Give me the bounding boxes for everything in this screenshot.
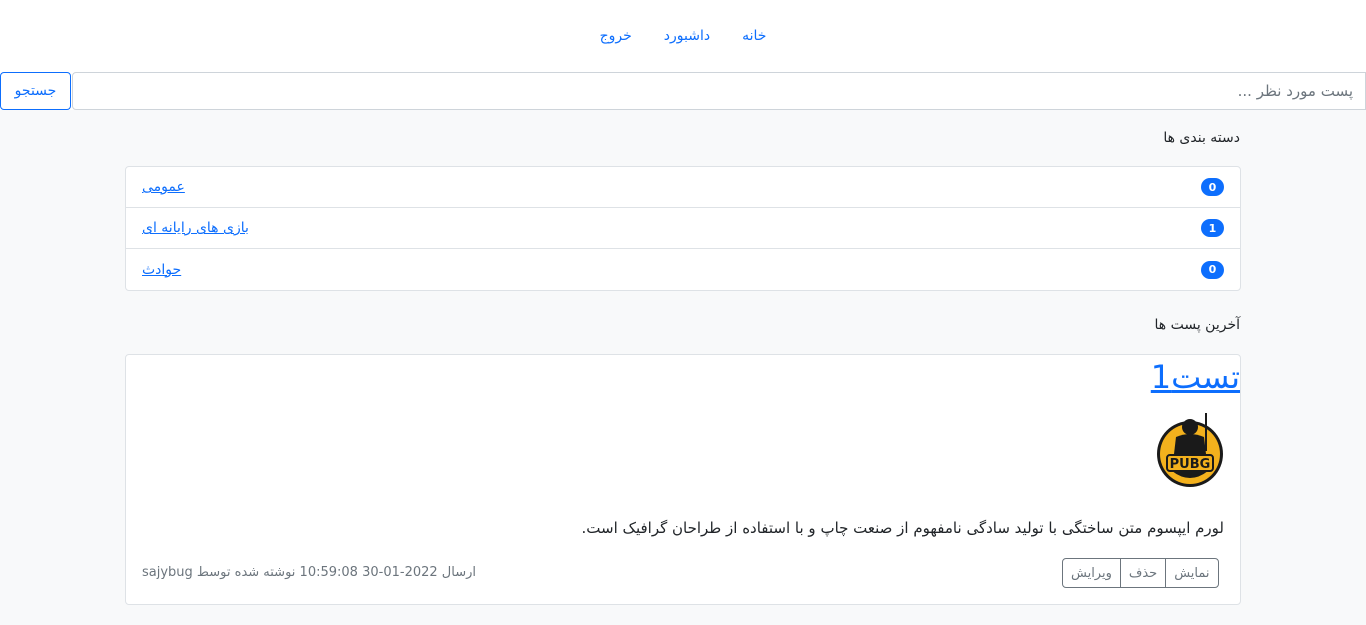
post-actions: نمایش حذف ویرایش xyxy=(1062,558,1219,588)
nav-logout-link[interactable]: خروج xyxy=(600,26,632,46)
category-link-games[interactable]: بازی های رایانه ای xyxy=(142,220,249,236)
categories-list: عمومی 0 بازی های رایانه ای 1 حوادث 0 xyxy=(125,166,1241,291)
main-nav: خانه داشبورد خروج xyxy=(0,26,1366,46)
count-badge: 0 xyxy=(1201,260,1224,279)
edit-button[interactable]: ویرایش xyxy=(1062,558,1121,588)
nav-dashboard-link[interactable]: داشبورد xyxy=(664,26,710,46)
nav-home-link[interactable]: خانه xyxy=(742,26,766,46)
post-meta: ارسال 2022-01-30 10:59:08 نوشته شده توسط… xyxy=(142,565,476,580)
list-item: عمومی 0 xyxy=(126,167,1240,208)
post-excerpt: لورم ایپسوم متن ساختگی با تولید سادگی نا… xyxy=(581,519,1224,537)
categories-heading: دسته بندی ها xyxy=(1163,130,1240,146)
category-link-general[interactable]: عمومی xyxy=(142,179,185,195)
search-input[interactable] xyxy=(72,72,1366,110)
count-badge: 0 xyxy=(1201,178,1224,196)
list-item: حوادث 0 xyxy=(126,249,1240,290)
view-button[interactable]: نمایش xyxy=(1165,558,1219,588)
post-card: تست1 PUBG لورم ایپسوم متن ساختگی با تولی… xyxy=(125,354,1241,605)
category-link-events[interactable]: حوادث xyxy=(142,262,181,278)
count-badge: 1 xyxy=(1201,219,1224,237)
post-title-link[interactable]: تست1 xyxy=(1151,357,1240,397)
top-navbar: خانه داشبورد خروج xyxy=(0,0,1366,72)
svg-text:PUBG: PUBG xyxy=(1170,457,1211,472)
search-bar: جستجو xyxy=(0,72,1366,110)
list-item: بازی های رایانه ای 1 xyxy=(126,208,1240,249)
search-button[interactable]: جستجو xyxy=(0,72,71,110)
latest-posts-heading: آخرین پست ها xyxy=(1154,317,1240,333)
pubg-logo-icon: PUBG xyxy=(1154,411,1226,489)
delete-button[interactable]: حذف xyxy=(1119,558,1167,588)
